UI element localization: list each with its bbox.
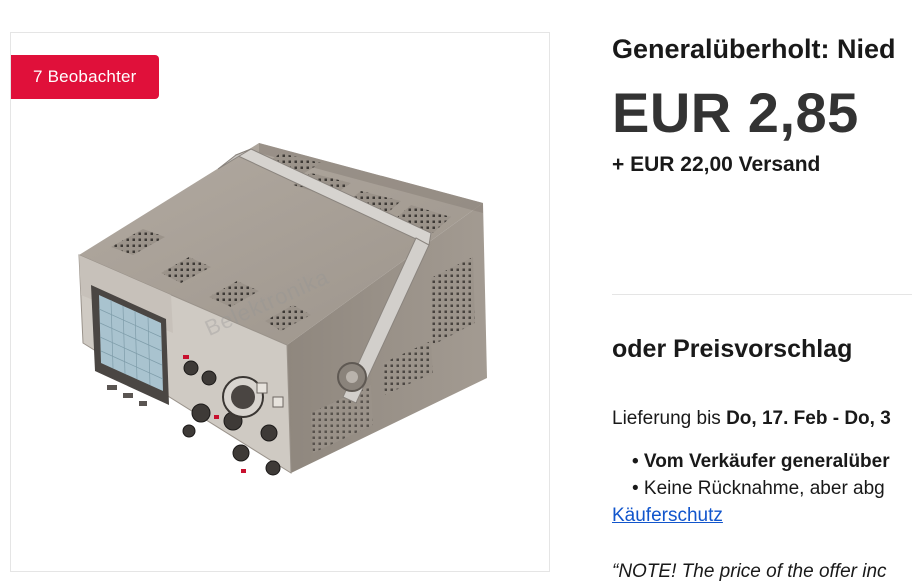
seller-note: “NOTE! The price of the offer inc [612, 561, 887, 582]
watchers-badge: 7 Beobachter [11, 55, 159, 99]
listing-title: Generalüberholt: Nied [612, 34, 896, 64]
delivery-dates: Do, 17. Feb - Do, 3 [726, 408, 891, 429]
delivery-estimate: Lieferung bis Do, 17. Feb - Do, 3 [612, 408, 891, 430]
page: 7 Beobachter Belektronika Generalüberhol… [0, 0, 912, 588]
shipping-cost: + EUR 22,00 Versand [612, 153, 821, 176]
product-image-panel[interactable]: 7 Beobachter Belektronika [10, 32, 550, 572]
buyer-protection-link[interactable]: Käuferschutz [612, 505, 723, 527]
listing-price: EUR 2,85 [612, 81, 859, 144]
listing-details: Generalüberholt: Nied EUR 2,85 + EUR 22,… [612, 0, 912, 588]
best-offer-label: oder Preisvorschlag [612, 335, 853, 363]
delivery-prefix: Lieferung bis [612, 408, 727, 429]
returns-bullet: • Keine Rücknahme, aber abg [632, 478, 885, 499]
divider [612, 294, 912, 295]
condition-bullet: • Vom Verkäufer generalüber [632, 451, 890, 472]
